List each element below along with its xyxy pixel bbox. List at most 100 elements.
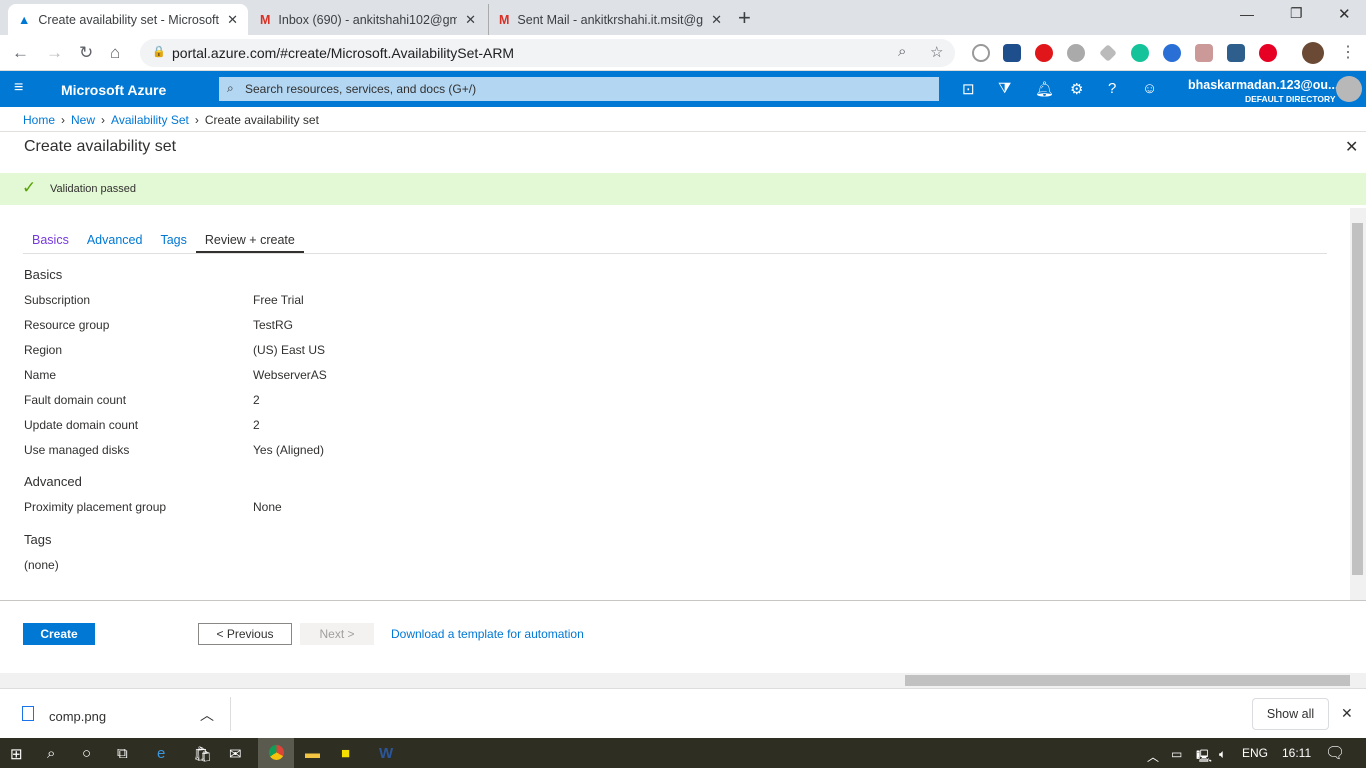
scrollbar-thumb[interactable] [1352, 223, 1363, 575]
extension-a-icon[interactable] [1163, 44, 1181, 62]
hamburger-menu-icon[interactable]: ≡ [14, 79, 23, 97]
gmail-icon: M [499, 12, 510, 27]
tab-tags[interactable]: Tags [151, 230, 195, 253]
tab-review-create[interactable]: Review + create [195, 230, 304, 253]
close-tab-icon[interactable]: ✕ [711, 12, 722, 28]
minimize-button[interactable]: — [1240, 6, 1254, 22]
close-tab-icon[interactable]: ✕ [227, 12, 238, 28]
next-button[interactable]: Next > [300, 623, 374, 645]
help-icon[interactable]: ? [1108, 80, 1116, 97]
browser-menu-icon[interactable]: ⋮ [1340, 42, 1356, 62]
user-email[interactable]: bhaskarmadan.123@ou... [1188, 78, 1338, 92]
tab-basics[interactable]: Basics [23, 230, 78, 253]
tab-advanced[interactable]: Advanced [78, 230, 152, 253]
edge-icon[interactable]: e [157, 745, 165, 762]
section-heading-basics: Basics [24, 267, 63, 282]
bookmark-star-icon[interactable]: ☆ [930, 43, 943, 61]
close-window-button[interactable]: ✕ [1338, 5, 1351, 23]
breadcrumb: Home › New › Availability Set › Create avai… [23, 113, 319, 127]
close-tab-icon[interactable]: ✕ [465, 12, 476, 28]
browser-tab-inbox[interactable]: M Inbox (690) - ankitshahi102@gmail.com✕ [250, 4, 486, 35]
global-search-input[interactable]: ⌕ Search resources, services, and docs (… [219, 77, 939, 101]
breadcrumb-new[interactable]: New [71, 113, 95, 127]
extension-skype-icon[interactable] [1067, 44, 1085, 62]
mail-icon[interactable]: ✉ [229, 745, 242, 763]
new-tab-button[interactable]: + [738, 5, 751, 31]
notifications-bell-icon[interactable]: 🔔︎ [1035, 80, 1054, 98]
extension-analytics-icon[interactable] [1003, 44, 1021, 62]
directory-filter-icon[interactable]: ⧩ [998, 80, 1011, 97]
create-button[interactable]: Create [23, 623, 95, 645]
store-icon[interactable]: 🛍︎ [193, 745, 212, 763]
home-icon[interactable]: ⌂ [110, 43, 120, 63]
cloud-shell-icon[interactable]: ⊡ [962, 80, 975, 98]
azure-icon: ▲ [18, 12, 31, 27]
file-explorer-icon[interactable]: ▬ [305, 745, 320, 762]
restore-button[interactable]: ❐ [1290, 5, 1303, 22]
forward-icon[interactable]: → [46, 43, 63, 63]
page-title: Create availability set [24, 138, 177, 155]
download-template-link[interactable]: Download a template for automation [391, 627, 584, 641]
settings-gear-icon[interactable]: ⚙ [1070, 80, 1083, 98]
directory-label: DEFAULT DIRECTORY [1245, 94, 1336, 104]
close-panel-icon[interactable]: ✕ [1345, 137, 1358, 157]
language-indicator[interactable]: ENG [1242, 746, 1268, 760]
extension-block-icon[interactable] [972, 44, 990, 62]
summary-row: Update domain count 2 [24, 418, 260, 432]
download-item[interactable]: comp.png [49, 709, 106, 724]
breadcrumb-home[interactable]: Home [23, 113, 55, 127]
profile-avatar[interactable] [1302, 42, 1324, 64]
chevron-up-icon[interactable]: ︿ [200, 705, 214, 725]
divider [230, 697, 231, 731]
sticky-notes-icon[interactable]: ■ [341, 745, 350, 762]
show-hidden-icons[interactable]: ︿ [1147, 748, 1159, 765]
show-all-button[interactable]: Show all [1252, 698, 1329, 730]
previous-button[interactable]: < Previous [198, 623, 292, 645]
extension-adblock-icon[interactable] [1035, 44, 1053, 62]
notifications-icon[interactable]: 🗨︎ [1325, 743, 1345, 763]
extension-pinterest-icon[interactable] [1259, 44, 1277, 62]
summary-row: Resource group TestRG [24, 318, 294, 332]
clock[interactable]: 16:11 [1282, 746, 1311, 760]
zoom-icon[interactable]: ⌕ [898, 43, 906, 60]
summary-row: Subscription Free Trial [24, 293, 304, 307]
close-download-bar-icon[interactable]: ✕ [1341, 705, 1353, 722]
feedback-smiley-icon[interactable]: ☺ [1142, 80, 1157, 97]
browser-tab-sent[interactable]: M Sent Mail - ankitkrshahi.it.msit@gmail… [488, 4, 732, 35]
battery-icon[interactable]: ▭ [1171, 747, 1182, 761]
extension-pdf-icon[interactable] [1195, 44, 1213, 62]
tags-value: (none) [24, 558, 59, 572]
breadcrumb-availability-set[interactable]: Availability Set [111, 113, 189, 127]
horizontal-scrollbar[interactable] [0, 673, 1366, 688]
reload-icon[interactable]: ↻ [79, 43, 93, 63]
browser-tab-azure[interactable]: ▲ Create availability set - Microsoft Az… [8, 4, 248, 35]
network-icon[interactable]: 🖳 [1196, 747, 1212, 768]
task-view-icon[interactable]: ⧉ [117, 745, 128, 762]
back-icon[interactable]: ← [12, 43, 29, 63]
windows-start-icon[interactable]: ⊞ [10, 745, 23, 763]
image-file-icon [22, 706, 34, 721]
search-icon[interactable]: ⌕ [47, 745, 55, 762]
cortana-icon[interactable]: ○ [82, 745, 91, 762]
summary-row: Proximity placement group None [24, 500, 282, 514]
wizard-tabs: Basics Advanced Tags Review + create [23, 230, 1327, 254]
validation-banner: ✓ Validation passed [0, 173, 1366, 205]
extension-box-icon[interactable] [1227, 44, 1245, 62]
azure-brand[interactable]: Microsoft Azure [61, 82, 166, 98]
section-heading-advanced: Advanced [24, 474, 82, 489]
word-icon[interactable]: W [379, 745, 393, 762]
vertical-scrollbar[interactable] [1350, 208, 1366, 600]
breadcrumb-current: Create availability set [204, 113, 319, 127]
search-icon: ⌕ [227, 81, 234, 95]
user-avatar[interactable] [1336, 76, 1362, 102]
summary-row: Use managed disks Yes (Aligned) [24, 443, 324, 457]
extension-grammarly-icon[interactable] [1131, 44, 1149, 62]
chevron-right-icon: › [194, 113, 199, 127]
volume-icon[interactable]: 🔈︎ [1219, 747, 1226, 762]
section-heading-tags: Tags [24, 532, 52, 547]
url-input[interactable]: 🔒 portal.azure.com/#create/Microsoft.Ava… [140, 39, 955, 67]
chevron-right-icon: › [101, 113, 106, 127]
chrome-taskbar-button[interactable] [258, 738, 294, 768]
download-bar: comp.png ︿ Show all ✕ [0, 688, 1366, 738]
scrollbar-thumb[interactable] [905, 675, 1350, 686]
